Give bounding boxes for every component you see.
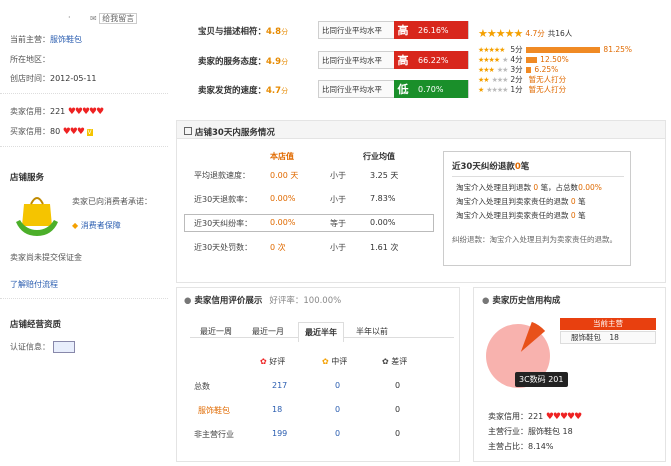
- star-icons: ★: [478, 85, 484, 94]
- no-deposit-text: 卖家尚未提交保证金: [10, 253, 82, 262]
- rating-bar: [525, 66, 532, 73]
- star-icons: ★★★★★: [478, 45, 505, 54]
- credit-label: 服饰鞋包: [198, 406, 230, 415]
- rating-bar: [525, 46, 601, 53]
- consumer-protection-link[interactable]: ◆ 消费者保障: [72, 220, 121, 231]
- credit-bad[interactable]: 0: [395, 381, 400, 390]
- service-label: 近30天纠纷率：: [194, 219, 253, 228]
- good-head: ✿ 好评: [260, 357, 286, 366]
- shop-service-title: 店铺服务: [10, 173, 45, 183]
- badge-icon: V: [86, 129, 93, 136]
- service-avg: 0.00%: [370, 218, 396, 227]
- dispute-line: 淘宝介入处理且判退款 0 笔，占总数0.00%: [456, 183, 602, 192]
- star-icons: ★★★★: [478, 55, 500, 64]
- service-cmp: 小于: [330, 195, 346, 204]
- service-value: 0.00%: [270, 194, 296, 203]
- qualification-title: 店铺经营资质: [10, 320, 62, 330]
- mid-head: ✿ 中评: [322, 357, 348, 366]
- learn-flow-link[interactable]: 了解赔付流程: [10, 279, 58, 290]
- history-title: ● 卖家历史信用构成: [482, 296, 561, 306]
- current-tag: 当前主营: [560, 318, 656, 330]
- service-cmp: 等于: [330, 219, 346, 228]
- promise-text: 卖家已向消费者承诺：: [72, 197, 152, 206]
- dispute-note: 纠纷退款：淘宝介入处理且判为卖家责任的退款。: [452, 235, 617, 244]
- credit-mid[interactable]: 0: [335, 429, 340, 438]
- shop-owner: ·: [68, 13, 71, 22]
- star-icons: ★★★★★: [478, 27, 523, 40]
- service-avg: 3.25 天: [370, 171, 399, 180]
- credit-good[interactable]: 199: [272, 429, 287, 438]
- id-card-icon[interactable]: [52, 341, 75, 353]
- tab-3[interactable]: 半年以前: [350, 322, 394, 341]
- cert-info: 认证信息：: [10, 341, 75, 353]
- bad-head: ✿ 差评: [382, 357, 408, 366]
- tab-1[interactable]: 最近一月: [246, 322, 290, 341]
- service-value: 0.00 天: [270, 171, 299, 180]
- credit-good[interactable]: 217: [272, 381, 287, 390]
- shop-info-sidebar: · ✉ 给我留言 当前主营：服饰鞋包 所在地区： 创店时间：2012-05-11…: [0, 0, 172, 466]
- user-icon: ●: [184, 296, 192, 306]
- location: 所在地区：: [10, 55, 50, 64]
- credit-label: 非主营行业: [194, 430, 234, 439]
- dispute-title: 近30天纠纷退款0笔: [452, 162, 530, 172]
- service-value: 0 次: [270, 243, 286, 252]
- star-icons: ★★★: [478, 65, 495, 74]
- main-tag: 服饰鞋包 18: [560, 331, 656, 344]
- credit-mid[interactable]: 0: [335, 381, 340, 390]
- service-cmp: 小于: [330, 243, 346, 252]
- history-seller-credit: 卖家信用：221 ♥♥♥♥♥: [488, 412, 582, 422]
- credit-title: ● 卖家信用评价展示 好评率：100.00%: [184, 296, 342, 306]
- created-date: 创店时间：2012-05-11: [10, 74, 97, 83]
- seller-credit: 卖家信用：221 ♥♥♥♥♥: [10, 107, 104, 117]
- credit-bad[interactable]: 0: [395, 429, 400, 438]
- heart-icons: ♥♥♥♥♥: [67, 107, 104, 117]
- service-label: 近30天退款率：: [194, 195, 253, 204]
- pie-tooltip: 3C数码 201: [515, 372, 568, 387]
- credit-bad[interactable]: 0: [395, 405, 400, 414]
- service-avg: 7.83%: [370, 194, 396, 203]
- service-cmp: 小于: [330, 171, 346, 180]
- shopping-bag-icon: [14, 192, 60, 240]
- tab-0[interactable]: 最近一周: [194, 322, 238, 341]
- star-icons: ★★: [478, 75, 490, 84]
- credit-good[interactable]: 18: [272, 405, 282, 414]
- user-icon: ●: [482, 296, 490, 306]
- col-shop: 本店值: [270, 152, 294, 161]
- history-industry: 主营行业：服饰鞋包 18: [488, 427, 573, 436]
- col-avg: 行业均值: [363, 152, 395, 161]
- credit-label: 总数: [194, 382, 210, 391]
- service-label: 近30天处罚数：: [194, 243, 253, 252]
- service-title: 店铺30天内服务情况: [184, 126, 275, 138]
- protection-icon: ◆: [72, 221, 79, 230]
- service-label: 平均退款速度：: [194, 171, 250, 180]
- dispute-line: 淘宝介入处理且判卖家责任的退款 0 笔: [456, 197, 586, 206]
- chat-icon: ✉: [90, 14, 97, 23]
- calendar-icon: [184, 127, 192, 135]
- heart-icons: ♥♥♥: [62, 127, 85, 137]
- main-business-link[interactable]: 服饰鞋包: [50, 35, 82, 44]
- buyer-credit: 买家信用：80 ♥♥♥ V: [10, 127, 93, 137]
- service-value: 0.00%: [270, 218, 296, 227]
- tab-2[interactable]: 最近半年: [298, 322, 344, 342]
- service-avg: 1.61 次: [370, 243, 399, 252]
- rating-summary: ★★★★★ 4.7分 共16人: [478, 27, 573, 40]
- rating-bar: [525, 56, 538, 63]
- dispute-line: 淘宝介入处理且判卖家责任的退款 0 笔: [456, 211, 586, 220]
- credit-mid[interactable]: 0: [335, 405, 340, 414]
- history-share: 主营占比：8.14%: [488, 442, 554, 451]
- dispute-panel: 近30天纠纷退款0笔 淘宝介入处理且判退款 0 笔，占总数0.00% 淘宝介入处理…: [443, 151, 631, 266]
- rating-row: ★ ★★★★ 1分 暂无人打分: [478, 85, 567, 94]
- main-business: 当前主营：服饰鞋包: [10, 35, 82, 44]
- message-link[interactable]: ✉ 给我留言: [90, 13, 138, 24]
